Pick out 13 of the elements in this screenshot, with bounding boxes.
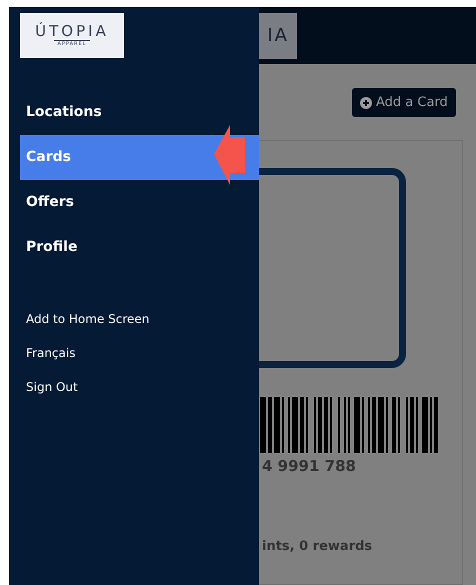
menu-item[interactable]: Offers (20, 180, 259, 225)
menu-link[interactable]: Add to Home Screen (26, 308, 259, 330)
plus-circle-icon (360, 96, 372, 108)
menu-item[interactable]: Profile (20, 225, 259, 270)
add-card-button[interactable]: Add a Card (352, 88, 456, 117)
menu-item[interactable]: Cards (20, 135, 259, 180)
logo-name: ÚTOPIA (35, 22, 109, 40)
menu-link[interactable]: Sign Out (26, 376, 259, 398)
menu-link[interactable]: Français (26, 342, 259, 364)
card-number: 4 9991 788 (262, 456, 356, 477)
arrow-icon (214, 125, 246, 185)
card-summary: ints, 0 rewards (262, 538, 372, 556)
menu-item[interactable]: Locations (20, 90, 259, 135)
